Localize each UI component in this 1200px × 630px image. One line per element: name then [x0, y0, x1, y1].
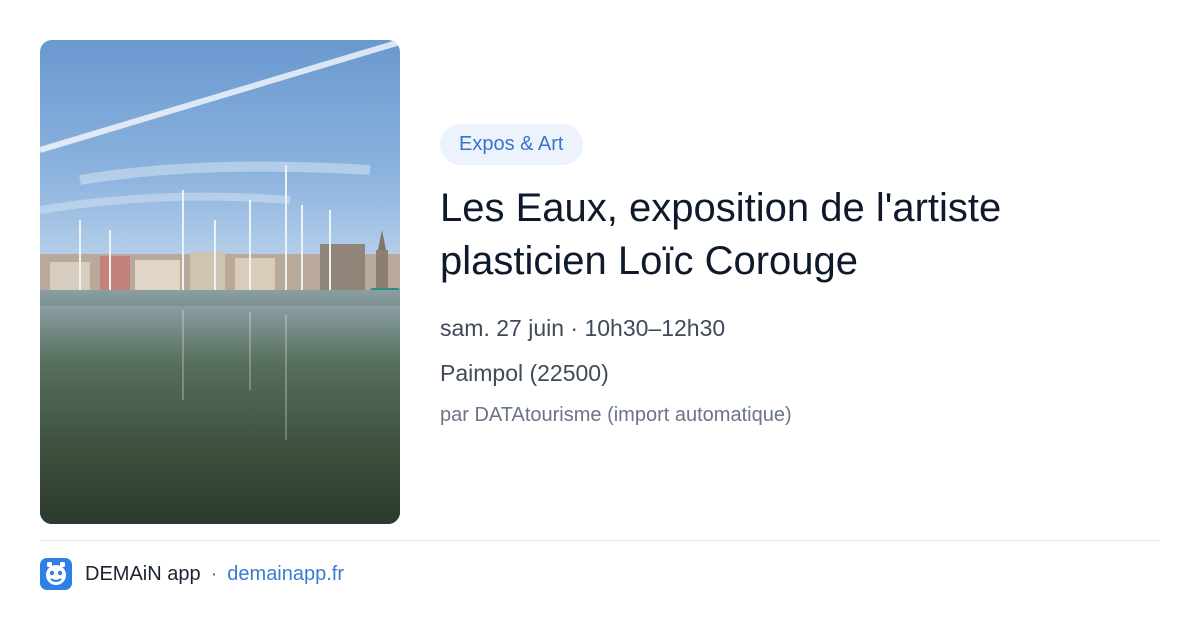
harbor-image	[40, 40, 400, 524]
footer: DEMAiN app · demainapp.fr	[40, 558, 344, 590]
app-name: DEMAiN app	[85, 562, 201, 585]
footer-separator: ·	[210, 562, 218, 585]
category-badge[interactable]: Expos & Art	[440, 124, 583, 165]
event-source: par DATAtourisme (import automatique)	[440, 404, 792, 426]
demain-app-icon[interactable]	[40, 558, 72, 590]
site-link[interactable]: demainapp.fr	[227, 563, 344, 586]
event-photo	[40, 40, 400, 524]
event-title: Les Eaux, exposition de l'artiste plasti…	[440, 186, 1002, 283]
footer-divider	[40, 540, 1160, 541]
event-datetime: sam. 27 juin · 10h30–12h30	[440, 315, 726, 341]
event-location: Paimpol (22500)	[440, 360, 609, 386]
